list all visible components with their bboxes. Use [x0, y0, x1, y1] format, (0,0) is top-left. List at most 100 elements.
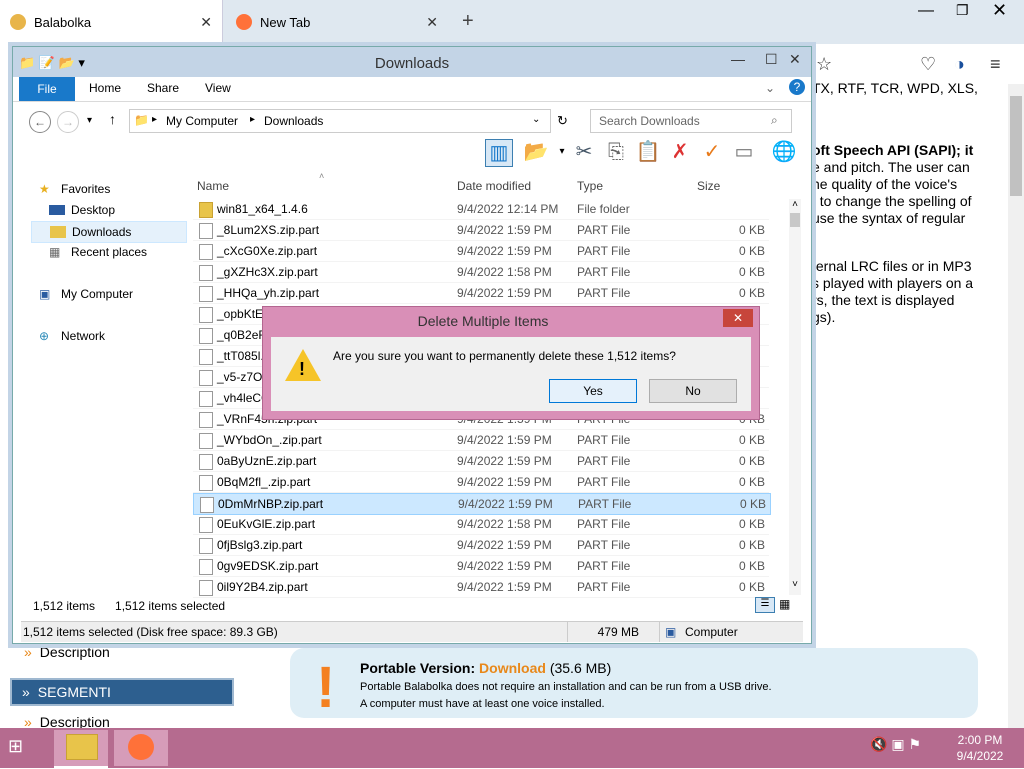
explorer-minimize-button[interactable]: —	[731, 51, 745, 67]
start-button[interactable]: ⊞	[8, 736, 40, 760]
address-part[interactable]: My Computer	[166, 114, 238, 128]
file-icon	[199, 265, 213, 281]
copy-icon[interactable]: ⎘	[603, 139, 629, 165]
tab-close-icon[interactable]: ✕	[426, 14, 438, 31]
file-row[interactable]: _WYbdOn_.zip.part 9/4/2022 1:59 PM PART Fi…	[193, 430, 769, 451]
menu-icon[interactable]: ≡	[990, 54, 1001, 75]
search-input[interactable]: Search Downloads ⌕	[590, 109, 792, 133]
back-button[interactable]: ←	[29, 111, 51, 133]
browser-close-button[interactable]: ✕	[992, 0, 1007, 21]
file-row[interactable]: _gXZHc3X.zip.part 9/4/2022 1:58 PM PART Fi…	[193, 262, 769, 283]
page-scrollbar-thumb[interactable]	[1010, 96, 1022, 196]
details-view-icon[interactable]: ☰	[755, 597, 775, 613]
tab-share[interactable]: Share	[147, 81, 179, 95]
taskbar-explorer[interactable]	[54, 730, 108, 769]
tab-view[interactable]: View	[205, 81, 231, 95]
explorer-close-button[interactable]: ✕	[789, 51, 801, 68]
new-tab-button[interactable]: +	[462, 10, 474, 33]
no-button[interactable]: No	[649, 379, 737, 403]
column-name[interactable]: Name	[197, 179, 229, 193]
paste-icon[interactable]: 📋	[635, 139, 661, 165]
tab-home[interactable]: Home	[89, 81, 121, 95]
pocket-icon[interactable]: ♡	[920, 54, 936, 75]
tab-file[interactable]: File	[19, 77, 75, 101]
file-row[interactable]: 0EuKvGlE.zip.part 9/4/2022 1:58 PM PART Fi…	[193, 514, 769, 535]
file-row[interactable]: 0fjBslg3.zip.part 9/4/2022 1:59 PM PART Fi…	[193, 535, 769, 556]
file-size: 0 KB	[738, 580, 765, 594]
file-name: 0il9Y2B4.zip.part	[217, 580, 308, 594]
scroll-down-icon[interactable]: ˅	[789, 579, 801, 590]
scroll-up-icon[interactable]: ˄	[789, 199, 801, 210]
tab-new-tab[interactable]: New Tab ✕	[226, 0, 448, 44]
file-row[interactable]: 0gv9EDSK.zip.part 9/4/2022 1:59 PM PART Fi…	[193, 556, 769, 577]
column-date[interactable]: Date modified	[457, 179, 531, 193]
file-date: 9/4/2022 1:59 PM	[457, 475, 552, 489]
browser-minimize-button[interactable]: —	[918, 2, 934, 20]
nav-recent-places[interactable]: ▦ Recent places	[49, 242, 215, 262]
file-row[interactable]: 0il9Y2B4.zip.part 9/4/2022 1:59 PM PART Fi…	[193, 577, 769, 598]
preview-pane-icon[interactable]: ▥	[485, 139, 513, 167]
checkmark-icon[interactable]: ✓	[699, 139, 725, 165]
help-icon[interactable]: ?	[789, 79, 805, 95]
nav-desktop[interactable]: Desktop	[49, 200, 215, 220]
file-row[interactable]: 0DmMrNBP.zip.part 9/4/2022 1:59 PM PART Fi…	[193, 493, 771, 515]
nav-segmenti[interactable]: » SEGMENTI	[10, 678, 234, 706]
nav-downloads[interactable]: Downloads	[31, 221, 187, 243]
bookmark-star-icon[interactable]: ☆	[816, 54, 832, 75]
clock[interactable]: 2:00 PM 9/4/2022	[940, 732, 1020, 764]
file-row[interactable]: 0aByUznE.zip.part 9/4/2022 1:59 PM PART Fi…	[193, 451, 769, 472]
yes-button[interactable]: Yes	[549, 379, 637, 403]
file-row[interactable]: win81_x64_1.4.6 9/4/2022 12:14 PM File fol…	[193, 199, 769, 220]
file-row[interactable]: _cXcG0Xe.zip.part 9/4/2022 1:59 PM PART Fi…	[193, 241, 769, 262]
address-dropdown-icon[interactable]: ⌄	[532, 114, 540, 125]
list-scroll-thumb[interactable]	[790, 213, 800, 227]
tab-close-icon[interactable]: ✕	[200, 14, 212, 31]
up-button[interactable]: ↑	[109, 111, 116, 127]
web-text-line: rs, the text is displayed	[812, 292, 955, 308]
system-tray[interactable]: 🔇 ▣ ⚑	[870, 736, 921, 753]
explorer-maximize-button[interactable]: ☐	[765, 51, 778, 68]
taskbar-firefox[interactable]	[114, 730, 168, 766]
tab-balabolka[interactable]: Balabolka ✕	[0, 0, 223, 44]
file-icon	[200, 497, 214, 513]
balabolka-favicon-icon	[10, 14, 26, 30]
file-icon	[199, 517, 213, 533]
delete-icon[interactable]: ✗	[667, 139, 693, 165]
nav-my-computer[interactable]: ▣ My Computer	[39, 284, 205, 304]
nav-favorites[interactable]: ★ Favorites	[39, 179, 205, 199]
file-name: _HHQa_yh.zip.part	[217, 286, 320, 300]
recent-locations-icon[interactable]: ▾	[87, 115, 92, 126]
firefox-icon	[128, 734, 154, 760]
account-icon[interactable]: ◑	[954, 54, 965, 75]
file-explorer-icon	[66, 734, 98, 760]
nav-network[interactable]: ⊕ Network	[39, 326, 205, 346]
ribbon-expand-icon[interactable]: ⌄	[765, 81, 775, 95]
cut-icon[interactable]: ✂	[571, 139, 597, 165]
refresh-icon[interactable]: ↻	[557, 113, 568, 129]
address-bar[interactable]: 📁 ▸ My Computer ▸ Downloads ⌄	[129, 109, 551, 133]
address-part[interactable]: Downloads	[264, 114, 323, 128]
file-row[interactable]: 0BqM2fl_.zip.part 9/4/2022 1:59 PM PART Fi…	[193, 472, 769, 493]
chevron-right-icon: ▸	[152, 114, 158, 125]
column-type[interactable]: Type	[577, 179, 603, 193]
file-row[interactable]: _8Lum2XS.zip.part 9/4/2022 1:59 PM PART Fi…	[193, 220, 769, 241]
browser-tabbar: Balabolka ✕ New Tab ✕ + — ❐ ✕	[0, 0, 1024, 44]
file-name: 0fjBslg3.zip.part	[217, 538, 303, 552]
dialog-title: Delete Multiple Items	[417, 313, 549, 329]
folder-icon[interactable]: 📂	[523, 139, 549, 165]
explorer-titlebar[interactable]: 📁 📝 📂 ▾ Downloads — ☐ ✕	[13, 47, 811, 77]
list-scrollbar[interactable]: ˄ ˅	[789, 199, 801, 595]
status-disk: 1,512 items selected (Disk free space: 8…	[23, 625, 278, 639]
thumbnails-view-icon[interactable]: ▦	[779, 597, 790, 611]
forward-button[interactable]: →	[57, 111, 79, 133]
file-row[interactable]: _HHQa_yh.zip.part 9/4/2022 1:59 PM PART Fi…	[193, 283, 769, 304]
dialog-close-button[interactable]: ✕	[723, 309, 753, 327]
file-name: _gXZHc3X.zip.part	[217, 265, 318, 279]
file-name: _WYbdOn_.zip.part	[217, 433, 322, 447]
rename-icon[interactable]: ▭	[731, 139, 757, 165]
column-size[interactable]: Size	[697, 179, 720, 193]
browser-restore-button[interactable]: ❐	[956, 2, 969, 19]
globe-icon[interactable]: 🌐	[771, 139, 797, 165]
file-date: 9/4/2022 1:59 PM	[457, 559, 552, 573]
download-link[interactable]: Download	[479, 660, 546, 676]
